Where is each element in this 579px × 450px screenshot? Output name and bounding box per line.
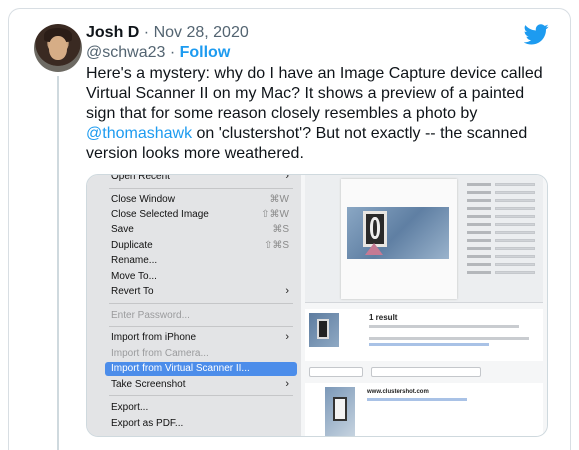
- digit-shape: [370, 217, 380, 239]
- settings-row: [465, 263, 541, 267]
- settings-row: [465, 215, 541, 219]
- scanned-sign-image: [347, 207, 449, 259]
- result-text-line: [369, 343, 489, 346]
- menu-item-label: Move To...: [111, 271, 157, 282]
- site-result-thumbnail: [325, 387, 355, 436]
- site-result-line: [367, 398, 467, 401]
- menu-item-close-selected-image[interactable]: Close Selected Image ⇧⌘W: [111, 208, 297, 222]
- author-name[interactable]: Josh D: [86, 24, 139, 41]
- menu-separator: [109, 326, 293, 327]
- result-count: 1 result: [369, 313, 398, 322]
- author-row: Josh D · Nov 28, 2020: [86, 24, 249, 42]
- menu-item-move-to[interactable]: Move To...: [111, 270, 297, 284]
- settings-row: [465, 231, 541, 235]
- menu-item-revert-to[interactable]: Revert To ›: [111, 285, 297, 299]
- mention-link[interactable]: @thomashawk: [86, 125, 192, 142]
- handle-row: @schwa23 · Follow: [86, 44, 230, 62]
- tweet-text: Here's a mystery: why do I have an Image…: [86, 64, 556, 164]
- tweet-text-part1: Here's a mystery: why do I have an Image…: [86, 65, 543, 122]
- menu-item-label: Close Window: [111, 194, 175, 205]
- site-result[interactable]: www.clustershot.com: [305, 383, 543, 436]
- result-thumbnail: [309, 313, 339, 347]
- menu-item-enter-password: Enter Password...: [111, 309, 297, 323]
- menu-item-rename[interactable]: Rename...: [111, 254, 297, 268]
- settings-row: [465, 183, 541, 187]
- menu-item-close-window[interactable]: Close Window ⌘W: [111, 193, 297, 207]
- author-handle[interactable]: @schwa23: [86, 44, 165, 61]
- settings-row: [465, 207, 541, 211]
- menu-item-import-from-camera: Import from Camera...: [111, 347, 297, 361]
- sign-digit-graphic: [363, 211, 387, 247]
- menu-separator: [109, 188, 293, 189]
- menu-shortcut: ⌘W: [269, 194, 289, 205]
- menu-item-label: Export as PDF...: [111, 418, 184, 429]
- scan-preview-page: [341, 179, 457, 299]
- settings-row: [465, 255, 541, 259]
- settings-row: [465, 191, 541, 195]
- menu-item-label: Open Recent: [111, 174, 170, 182]
- menu-item-export-as-pdf[interactable]: Export as PDF...: [111, 417, 297, 431]
- menu-item-label: Duplicate: [111, 240, 153, 251]
- menu-separator: [109, 303, 293, 304]
- avatar-face: [49, 36, 67, 60]
- menu-item-take-screenshot[interactable]: Take Screenshot ›: [111, 378, 297, 392]
- chevron-right-icon: ›: [285, 378, 289, 390]
- search-result-header: 1 result: [305, 309, 543, 361]
- menu-item-label: Rename...: [111, 255, 158, 266]
- menu-separator: [109, 395, 293, 396]
- settings-row: [465, 239, 541, 243]
- scanner-settings-panel: [465, 179, 541, 297]
- tweet-media[interactable]: Open Recent › Close Window ⌘W Close Sele…: [86, 174, 548, 437]
- menu-item-import-from-iphone[interactable]: Import from iPhone ›: [111, 331, 297, 345]
- menu-item-label: Import from Virtual Scanner II...: [111, 363, 250, 374]
- tweet-date[interactable]: · Nov 28, 2020: [139, 24, 249, 41]
- menu-item-label: Revert To: [111, 286, 154, 297]
- thread-line: [57, 76, 59, 450]
- avatar[interactable]: [34, 24, 82, 72]
- settings-row: [465, 271, 541, 275]
- result-text-line: [369, 325, 519, 328]
- chevron-right-icon: ›: [285, 285, 289, 297]
- menu-item-open-recent[interactable]: Open Recent ›: [111, 174, 297, 184]
- menu-item-import-from-virtual-scanner[interactable]: Import from Virtual Scanner II...: [105, 362, 297, 376]
- menu-shortcut: ⇧⌘S: [263, 240, 289, 251]
- menu-item-export[interactable]: Export...: [111, 401, 297, 415]
- menu-item-duplicate[interactable]: Duplicate ⇧⌘S: [111, 239, 297, 253]
- handle-separator: ·: [165, 44, 180, 61]
- settings-row: [465, 247, 541, 251]
- screenshot-pane: 1 result www.clustershot.com: [301, 175, 547, 436]
- filter-row: [305, 365, 543, 379]
- follow-button[interactable]: Follow: [180, 44, 231, 61]
- menu-item-label: Take Screenshot: [111, 379, 186, 390]
- file-menu: Open Recent › Close Window ⌘W Close Sele…: [87, 174, 301, 436]
- menu-item-label: Enter Password...: [111, 310, 190, 321]
- menu-item-label: Save: [111, 224, 134, 235]
- chevron-right-icon: ›: [285, 174, 289, 182]
- menu-item-label: Import from Camera...: [111, 348, 209, 359]
- menu-shortcut: ⇧⌘W: [261, 209, 289, 220]
- sort-select[interactable]: [309, 367, 363, 377]
- menu-item-label: Import from iPhone: [111, 332, 197, 343]
- menu-item-save[interactable]: Save ⌘S: [111, 223, 297, 237]
- site-result-url[interactable]: www.clustershot.com: [367, 389, 429, 395]
- sign-triangle-graphic: [365, 243, 383, 255]
- settings-row: [465, 199, 541, 203]
- menu-item-label: Export...: [111, 402, 149, 413]
- result-text-line: [369, 337, 529, 340]
- settings-row: [465, 223, 541, 227]
- menu-shortcut: ⌘S: [272, 224, 289, 235]
- domain-filter-input[interactable]: [371, 367, 481, 377]
- twitter-bird-icon[interactable]: [524, 24, 549, 45]
- menu-item-label: Close Selected Image: [111, 209, 209, 220]
- scanner-preview-window: [305, 175, 543, 303]
- chevron-right-icon: ›: [285, 331, 289, 343]
